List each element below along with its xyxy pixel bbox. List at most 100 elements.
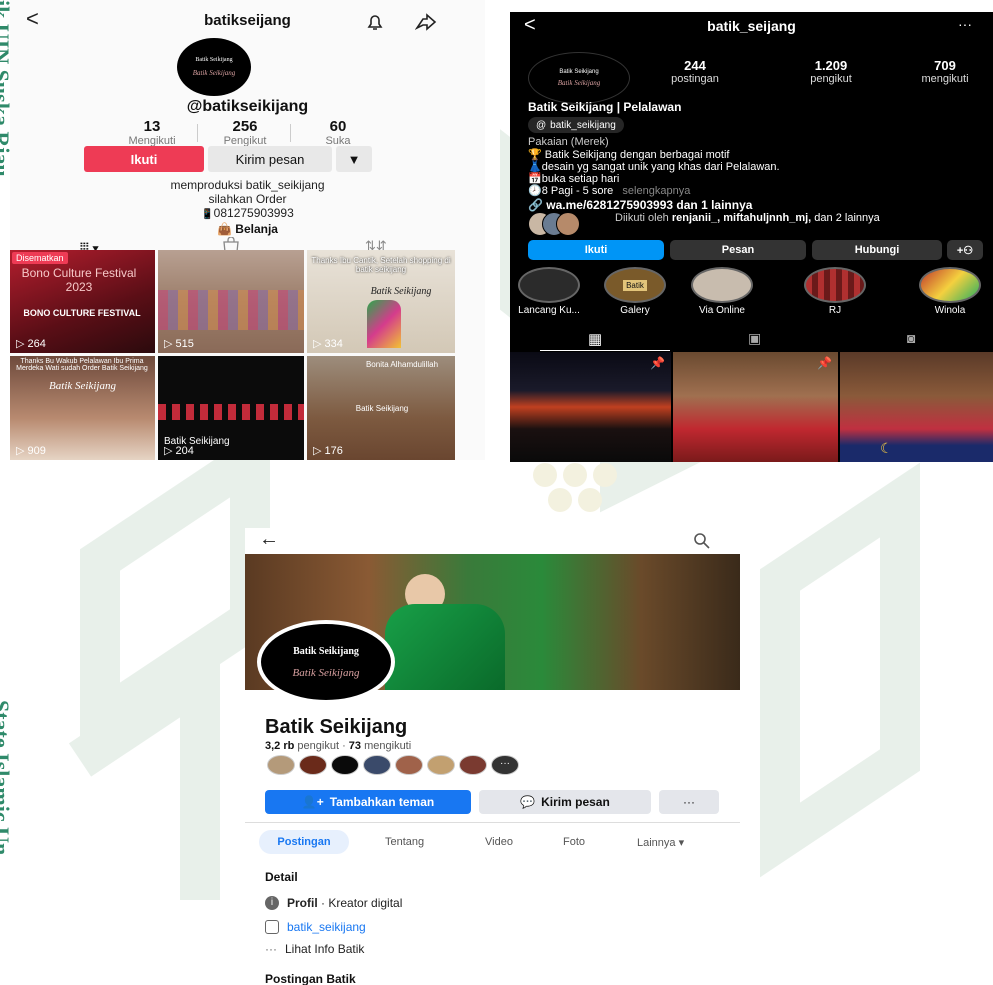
page-name: Batik Seikijang [265,716,408,738]
more-followers-button[interactable]: ··· [491,755,519,775]
tab-video[interactable]: Video [485,836,513,848]
follow-button[interactable]: Ikuti [84,146,204,172]
video-caption: Thanks Bu Wakub Pelalawan Ibu Prima Merd… [16,358,148,372]
see-info-row[interactable]: ··· Lihat Info Batik [265,942,364,956]
add-person-icon: 👤+ [301,795,324,809]
avatar-logo-text: Batik Seikijang [559,69,599,75]
more-options-button[interactable]: ··· [659,790,719,814]
post-thumbnail[interactable]: 📌 [673,352,838,462]
facebook-back-icon[interactable]: ← [259,528,279,551]
avatar[interactable]: Batik Seikijang Batik Seikijang [257,620,395,704]
tab-about[interactable]: Tentang [385,836,424,848]
video-thumbnail[interactable]: Thanks Bu Wakub Pelalawan Ibu Prima Merd… [10,356,155,460]
stat-followers[interactable]: 1.209 pengikut [786,58,876,85]
person-figure [367,300,401,348]
more-options-icon[interactable]: ··· [958,16,972,32]
follower-avatar[interactable] [331,755,359,775]
profile-label: Profil [287,896,318,910]
follower-avatar[interactable] [299,755,327,775]
shop-bag-icon: 👜 [217,222,232,236]
instagram-username: batik_seijang [707,18,796,34]
messenger-icon: 💬 [520,795,536,809]
video-thumbnail[interactable]: Thanks Ibu Cantik, Setelah shopping di b… [307,250,455,353]
suggest-people-button[interactable]: +⚇ [947,240,983,260]
see-more-link[interactable]: selengkapnya [622,185,690,197]
video-thumbnail[interactable]: Disematkan Bono Culture Festival 2023 BO… [10,250,155,353]
avatar[interactable]: Batik Seikijang Batik Seikijang [177,38,251,96]
tiktok-handle: @batikseikijang [186,98,309,115]
contact-button[interactable]: Hubungi [812,240,942,260]
followers-label: pengikut [297,740,340,752]
caret-down-icon: ▾ [678,837,685,849]
stat-following[interactable]: 13 Mengikuti [107,118,197,147]
tab-reels[interactable]: ▣ [748,330,761,347]
story-highlight[interactable]: Batik Galery [600,267,670,316]
divider [245,822,740,823]
post-thumbnail[interactable]: 📌 [510,352,671,462]
share-icon[interactable] [415,12,437,32]
follower-avatar[interactable] [395,755,423,775]
tab-more-label: Lainnya [637,837,676,849]
followed-by-suffix: dan 2 lainnya [814,212,880,224]
add-friend-button[interactable]: 👤+ Tambahkan teman [265,790,471,814]
story-highlight[interactable]: Winola [915,267,985,316]
highlight-thumbnail [691,267,753,303]
pinned-badge: Disematkan [12,252,68,264]
profile-info-row: i Profil · Kreator digital [265,896,402,910]
stat-followers[interactable]: 256 Pengikut [200,118,290,147]
instagram-link: batik_seikijang [287,920,366,934]
stat-posts[interactable]: 244 postingan [650,58,740,85]
profile-name: Batik Seikijang | Pelalawan [528,100,682,114]
more-dropdown-button[interactable]: ▼ [336,146,372,172]
facebook-profile-screenshot: ← Batik Seikijang Batik Seikijang Batik … [245,528,740,985]
following-count: 73 [348,740,362,752]
fabric-pattern [158,404,304,420]
stat-likes[interactable]: 60 Suka [293,118,383,147]
message-button[interactable]: Pesan [670,240,806,260]
video-caption: Thanks Ibu Cantik, Setelah shopping di b… [311,256,451,274]
video-thumbnail[interactable]: ▷ 515 [158,250,304,353]
video-thumbnail[interactable]: Bonita Alhamdulillah Batik Seikijang ▷ 1… [307,356,455,460]
stat-value: 13 [143,118,161,135]
story-highlight[interactable]: RJ [800,267,870,316]
followed-by-text[interactable]: Diikuti oleh renjanii_, miftahuljnnh_mj,… [615,212,985,224]
video-views: ▷ 909 [16,445,46,457]
follower-avatar[interactable] [459,755,487,775]
avatar-logo-script: Batik Seikijang [557,79,601,87]
highlight-thumbnail: Batik [604,267,666,303]
message-button[interactable]: Kirim pesan [208,146,332,172]
tab-posts-grid[interactable]: ▦ [588,330,602,348]
views-count: 515 [175,338,194,350]
shop-link[interactable]: 👜 Belanja [10,222,485,236]
tab-posts[interactable]: Postingan [259,830,349,854]
video-thumbnail[interactable]: Batik Seikijang ▷ 204 [158,356,304,460]
reels-icon: ▣ [748,330,762,346]
tab-tagged[interactable]: ◙ [907,330,915,346]
follow-stats[interactable]: 3,2 rb pengikut · 73 mengikuti [265,740,411,752]
external-link[interactable]: 🔗 wa.me/6281275903993 dan 1 lainnya [528,198,752,212]
highlight-label: Winola [934,305,966,316]
avatar[interactable]: Batik Seikijang Batik Seikijang [528,52,630,104]
instagram-link-row[interactable]: batik_seikijang [265,920,366,934]
story-highlight[interactable]: Via Online [687,267,757,316]
follower-avatar[interactable] [363,755,391,775]
story-highlight[interactable]: Lancang Ku... [514,267,584,316]
stat-following[interactable]: 709 mengikuti [900,58,990,85]
cover-person-dress [385,604,505,690]
moon-decoration: ☾ [880,440,893,456]
video-subtitle: Batik Seikijang [49,380,116,392]
shop-label: Belanja [235,222,278,236]
post-thumbnail[interactable]: ☾ [840,352,993,462]
message-button[interactable]: 💬 Kirim pesan [479,790,651,814]
tab-more[interactable]: Lainnya ▾ [637,836,684,849]
search-icon[interactable] [693,532,711,550]
follow-button[interactable]: Ikuti [528,240,664,260]
follower-avatar[interactable] [267,755,295,775]
bell-icon[interactable] [365,12,385,32]
followed-by-prefix: Diikuti oleh [615,212,669,224]
threads-badge[interactable]: @ batik_seikijang [528,117,624,133]
highlight-thumbnail [518,267,580,303]
detail-heading: Detail [265,870,298,884]
follower-avatar[interactable] [427,755,455,775]
tab-photo[interactable]: Foto [563,836,585,848]
